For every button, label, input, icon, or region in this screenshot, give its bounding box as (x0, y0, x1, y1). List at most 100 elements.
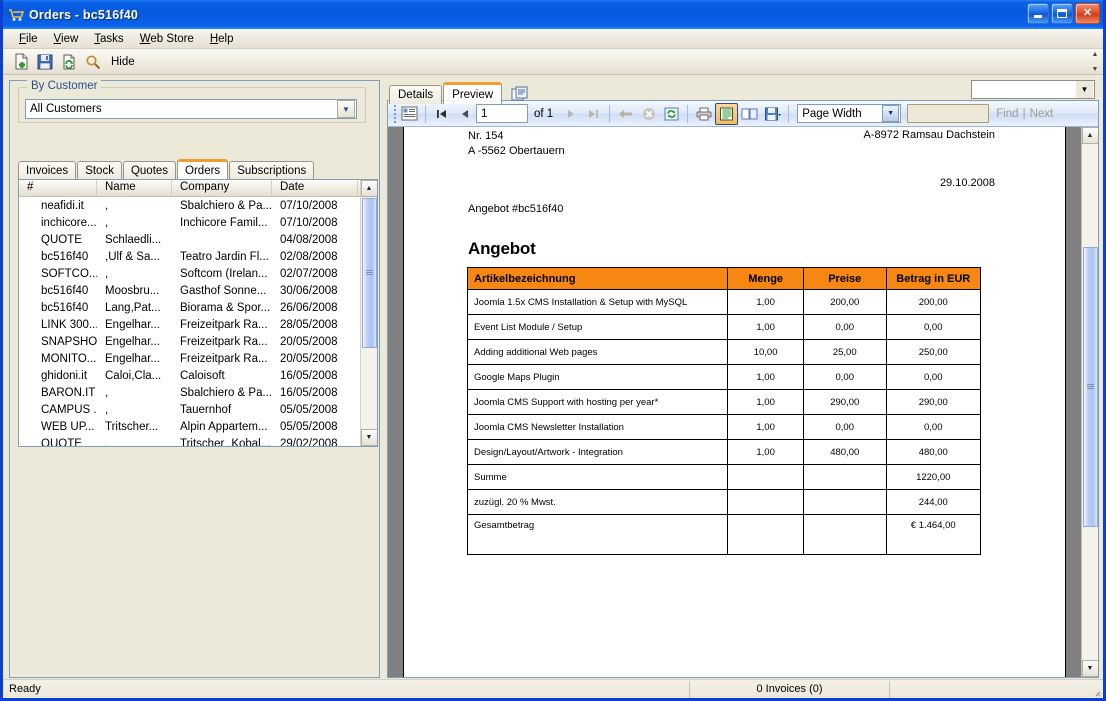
table-row[interactable]: LINK 300... Engelhar... Freizeitpark Ra...… (19, 316, 360, 333)
next-page-icon[interactable] (559, 103, 582, 125)
cell-c1: Lang,Pat... (105, 301, 161, 314)
find-next-button[interactable]: Next (1030, 108, 1054, 120)
back-arrow-icon[interactable] (614, 103, 637, 125)
save-icon[interactable] (33, 51, 57, 73)
column-header-name[interactable]: Name (97, 180, 172, 196)
hide-button[interactable]: Hide (111, 56, 135, 68)
refresh-icon[interactable] (57, 51, 81, 73)
tab-orders[interactable]: Orders (177, 159, 229, 179)
page-count: 1 (546, 107, 554, 120)
page-number-input[interactable]: 1 (476, 104, 528, 123)
customer-filter-combo[interactable]: All Customers ▼ (25, 99, 357, 119)
scroll-up-icon[interactable]: ▲ (360, 180, 377, 197)
table-row[interactable]: inchicore..., Inchicore Famil... 07/10/200… (19, 214, 360, 231)
last-page-icon[interactable] (582, 103, 605, 125)
table-row[interactable]: bc516f40 Moosbru... Gasthof Sonne... 30/06/… (19, 282, 360, 299)
by-customer-label: By Customer (27, 80, 102, 92)
table-row[interactable]: bc516f40 ,Ulf & Sa... Teatro Jardin Fl... 0… (19, 248, 360, 265)
table-row[interactable]: QUOTE Schlaedli... 04/08/2008 (19, 231, 360, 248)
cell-description: zuzügl. 20 % Mwst. (466, 489, 729, 515)
table-row[interactable]: SOFTCO..., Softcom (Irelan... 02/07/2008 (19, 265, 360, 282)
by-customer-groupbox: By Customer All Customers ▼ (18, 80, 366, 123)
scrollbar-thumb[interactable] (1083, 247, 1098, 527)
find-button[interactable]: Find (996, 108, 1018, 120)
table-row[interactable]: BARON.IT, Sbalchiero & Pa... 16/05/2008 (19, 384, 360, 401)
table-row[interactable]: CAMPUS ..., Tauernhof 05/05/2008 (19, 401, 360, 418)
first-page-icon[interactable] (430, 103, 453, 125)
minimize-button[interactable] (1027, 3, 1049, 24)
table-row[interactable]: SNAPSHOT Engelhar... Freizeitpark Ra... 20/… (19, 333, 360, 350)
column-header-number[interactable]: # (19, 180, 97, 196)
tab-stock[interactable]: Stock (77, 161, 122, 179)
chevron-down-icon[interactable]: ▼ (337, 100, 355, 118)
menu-web-store[interactable]: Web Store (132, 31, 202, 47)
cell-description: Gesamtbetrag (466, 514, 729, 555)
scrollbar-thumb[interactable] (362, 198, 377, 348)
header-description: Artikelbezeichnung (466, 267, 729, 290)
print-icon[interactable] (692, 103, 715, 125)
find-input[interactable] (907, 104, 990, 123)
preview-scrollbar[interactable]: ▲ ▼ (1081, 127, 1098, 677)
cell-c1: , (105, 267, 109, 280)
customer-filter-value: All Customers (30, 103, 102, 115)
refresh-icon[interactable] (660, 103, 683, 125)
menu-tasks[interactable]: Tasks (86, 31, 131, 47)
maximize-button[interactable] (1051, 3, 1073, 24)
table-row[interactable]: WEB UP... Tritscher... Alpin Appartem... 05… (19, 418, 360, 435)
cell-c1: ,Ulf & Sa... (105, 250, 160, 263)
resize-grip-icon[interactable] (1091, 687, 1101, 697)
document-map-icon[interactable] (398, 103, 421, 125)
report-viewer: 1 of 1 Page Width ▼ Find | Next Nr. 154 … (387, 100, 1099, 678)
column-header-date[interactable]: Date (272, 180, 358, 196)
cell-quantity: 1,00 (727, 314, 804, 340)
table-row[interactable]: QUOTE, Tritscher „Kobal... 29/02/2008 (19, 435, 360, 447)
chevron-down-icon[interactable]: ▼ (1076, 81, 1093, 98)
cell-c0: bc516f40 (41, 250, 89, 263)
search-icon[interactable] (81, 51, 105, 73)
tab-details[interactable]: Details (389, 85, 443, 104)
cell-c0: BARON.IT (41, 386, 96, 399)
previous-page-icon[interactable] (453, 103, 476, 125)
cell-c3: 26/06/2008 (280, 301, 338, 314)
stop-icon[interactable] (637, 103, 660, 125)
menu-view[interactable]: View (46, 31, 87, 47)
toolbar-overflow-scroll[interactable]: ▲ ▼ (1089, 51, 1101, 73)
cell-amount: 200,00 (885, 289, 982, 315)
preview-canvas[interactable]: Nr. 154 A -5562 Obertauern A-8972 Ramsau… (388, 127, 1081, 677)
scroll-down-icon[interactable]: ▼ (1081, 660, 1098, 677)
cell-price: 480,00 (802, 439, 887, 465)
tab-preview[interactable]: Preview (443, 82, 503, 104)
copy-documents-icon[interactable] (507, 84, 533, 104)
cell-quantity: 1,00 (727, 364, 804, 390)
toolbar-grip-handle[interactable] (391, 104, 398, 123)
zoom-level-combo[interactable]: Page Width ▼ (797, 104, 902, 123)
menu-file[interactable]: File (11, 31, 46, 47)
column-header-company[interactable]: Company (172, 180, 272, 196)
scroll-down-icon[interactable]: ▼ (360, 429, 377, 446)
tab-invoices[interactable]: Invoices (18, 161, 77, 179)
table-row[interactable]: MONITO... Engelhar... Freizeitpark Ra... 20… (19, 350, 360, 367)
list-scrollbar[interactable]: ▲ ▼ (360, 180, 377, 446)
tab-subscriptions[interactable]: Subscriptions (229, 161, 315, 179)
cell-c3: 07/10/2008 (280, 216, 338, 229)
two-page-layout-icon[interactable] (738, 103, 761, 125)
table-row[interactable]: ghidoni.it Caloi,Cla... Caloisoft 16/05/200… (19, 367, 360, 384)
close-button[interactable]: ✕ (1075, 3, 1100, 24)
cell-c1: Tritscher... (105, 420, 159, 433)
cell-description: Joomla CMS Support with hosting per year… (466, 389, 729, 415)
cell-quantity: 1,00 (727, 389, 804, 415)
new-document-icon[interactable] (9, 51, 33, 73)
cell-c3: 02/07/2008 (280, 267, 338, 280)
cell-c3: 29/02/2008 (280, 437, 338, 447)
chevron-down-icon[interactable]: ▼ (882, 105, 900, 122)
shopping-cart-icon (7, 7, 25, 23)
single-page-layout-icon[interactable] (715, 102, 739, 125)
menu-help[interactable]: Help (202, 31, 242, 47)
cell-quantity: 1,00 (727, 439, 804, 465)
tab-quotes[interactable]: Quotes (122, 161, 177, 179)
scroll-up-icon[interactable]: ▲ (1081, 127, 1098, 144)
save-export-icon[interactable] (761, 103, 784, 125)
table-row[interactable]: bc516f40 Lang,Pat... Biorama & Spor... 26/0… (19, 299, 360, 316)
report-selector-combo[interactable]: ▼ (971, 80, 1095, 99)
table-row[interactable]: neafidi.it, Sbalchiero & Pa... 07/10/2008 (19, 197, 360, 214)
